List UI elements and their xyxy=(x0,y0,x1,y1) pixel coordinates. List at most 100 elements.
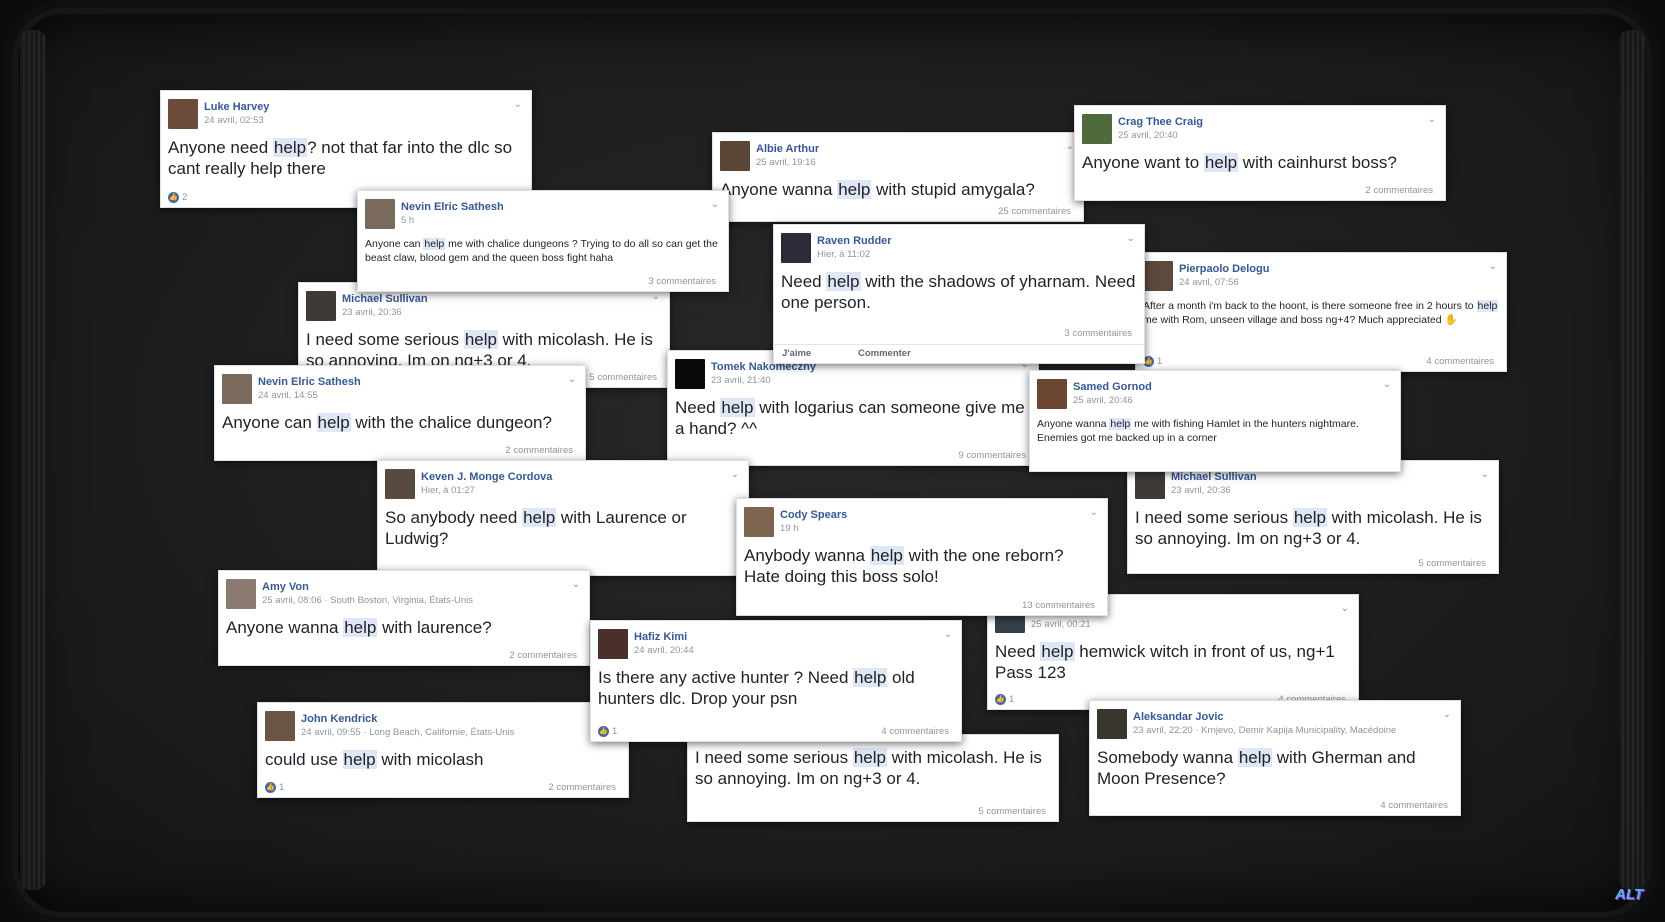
post-timestamp[interactable]: 25 avril, 20:46 xyxy=(1073,395,1133,406)
chevron-down-icon[interactable]: ⌄ xyxy=(1341,603,1349,614)
post-timestamp[interactable]: 25 avril, 00:21 xyxy=(1031,619,1091,630)
post-timestamp[interactable]: 24 avril, 02:53 xyxy=(204,115,264,126)
avatar[interactable] xyxy=(385,469,415,499)
avatar[interactable] xyxy=(1143,261,1173,291)
avatar[interactable] xyxy=(1097,709,1127,739)
comment-count[interactable]: 4 commentaires xyxy=(1380,800,1448,811)
author-name[interactable]: Aleksandar Jovic xyxy=(1133,711,1224,723)
comment-count[interactable]: 5 commentaires xyxy=(1418,558,1486,569)
author-name[interactable]: Nevin Elric Sathesh xyxy=(258,376,361,388)
post-card[interactable]: Amy Von 25 avril, 08:06 · South Boston, V… xyxy=(218,570,590,666)
author-name[interactable]: Keven J. Monge Cordova xyxy=(421,471,552,483)
post-timestamp[interactable]: Hier, à 11:02 xyxy=(817,249,870,260)
avatar[interactable] xyxy=(744,507,774,537)
author-name[interactable]: Amy Von xyxy=(262,581,309,593)
post-timestamp[interactable]: 24 avril, 07:56 xyxy=(1179,277,1239,288)
avatar[interactable] xyxy=(720,141,750,171)
chevron-down-icon[interactable]: ⌄ xyxy=(1127,233,1135,244)
like-count[interactable]: 👍 2 xyxy=(168,192,187,203)
comment-count[interactable]: 13 commentaires xyxy=(1022,600,1095,611)
post-timestamp[interactable]: Hier, à 01:27 xyxy=(421,485,475,496)
like-count[interactable]: 👍 1 xyxy=(598,726,617,737)
comment-count[interactable]: 2 commentaires xyxy=(509,650,577,661)
comment-count[interactable]: 5 commentaires xyxy=(589,372,657,383)
post-timestamp[interactable]: 25 avril, 20:40 xyxy=(1118,130,1178,141)
avatar[interactable] xyxy=(781,233,811,263)
post-card[interactable]: I need some serious help with micolash. … xyxy=(687,734,1059,822)
chevron-down-icon[interactable]: ⌄ xyxy=(568,374,576,385)
post-card[interactable]: Keven J. Monge Cordova Hier, à 01:27 ⌄ So a… xyxy=(377,460,749,576)
author-name[interactable]: Michael Sullivan xyxy=(1171,471,1257,483)
post-card[interactable]: Nevin Elric Sathesh 5 h ⌄ Anyone can help m… xyxy=(357,190,729,292)
post-card[interactable]: Nevin Elric Sathesh 24 avril, 14:55 ⌄ Anyon… xyxy=(214,365,586,461)
avatar[interactable] xyxy=(1135,469,1165,499)
chevron-down-icon[interactable]: ⌄ xyxy=(1066,141,1074,152)
chevron-down-icon[interactable]: ⌄ xyxy=(944,629,952,640)
author-name[interactable]: Pierpaolo Delogu xyxy=(1179,263,1269,275)
post-card[interactable]: Tomek Nakomeczny 23 avril, 21:40 ⌄ Need hel… xyxy=(667,350,1039,466)
comment-count[interactable]: 25 commentaires xyxy=(998,206,1071,217)
author-name[interactable]: Nevin Elric Sathesh xyxy=(401,201,504,213)
chevron-down-icon[interactable]: ⌄ xyxy=(1481,469,1489,480)
comment-count[interactable]: 4 commentaires xyxy=(1426,356,1494,367)
avatar[interactable] xyxy=(168,99,198,129)
post-card[interactable]: Albie Arthur 25 avril, 19:16 ⌄ Anyone wanna… xyxy=(712,132,1084,222)
comment-count[interactable]: 5 commentaires xyxy=(978,806,1046,817)
avatar[interactable] xyxy=(675,359,705,389)
comment-count[interactable]: 3 commentaires xyxy=(1064,328,1132,339)
avatar[interactable] xyxy=(222,374,252,404)
post-card[interactable]: Michael Sullivan 23 avril, 20:36 ⌄ I need s… xyxy=(1127,460,1499,574)
post-card[interactable]: John Kendrick 24 avril, 09:55 · Long Beac… xyxy=(257,702,629,798)
post-timestamp[interactable]: 24 avril, 14:55 xyxy=(258,390,318,401)
chevron-down-icon[interactable]: ⌄ xyxy=(1489,261,1497,272)
author-name[interactable]: Samed Gornod xyxy=(1073,381,1152,393)
like-count[interactable]: 👍 1 xyxy=(995,694,1014,705)
author-name[interactable]: John Kendrick xyxy=(301,713,377,725)
post-card[interactable]: Hafiz Kimi 24 avril, 20:44 ⌄ Is there any a… xyxy=(590,620,962,742)
avatar[interactable] xyxy=(1082,114,1112,144)
comment-count[interactable]: 2 commentaires xyxy=(1365,185,1433,196)
post-card[interactable]: Crag Thee Craig 25 avril, 20:40 ⌄ Anyone wa… xyxy=(1074,105,1446,201)
author-name[interactable]: Michael Sullivan xyxy=(342,293,428,305)
post-card[interactable]: Raven Rudder Hier, à 11:02 ⌄ Need help with… xyxy=(773,224,1145,364)
like-count[interactable]: 👍 1 xyxy=(265,782,284,793)
comment-count[interactable]: 2 commentaires xyxy=(548,782,616,793)
avatar[interactable] xyxy=(365,199,395,229)
post-card[interactable]: Cody Spears 19 h ⌄ Anybody wanna help with … xyxy=(736,498,1108,616)
post-timestamp[interactable]: 19 h xyxy=(780,523,799,534)
post-card[interactable]: Samed Gornod 25 avril, 20:46 ⌄ Anyone wanna… xyxy=(1029,370,1401,472)
post-timestamp[interactable]: 25 avril, 08:06 · South Boston, Virginia… xyxy=(262,595,473,606)
post-timestamp[interactable]: 23 avril, 21:40 xyxy=(711,375,771,386)
author-name[interactable]: Crag Thee Craig xyxy=(1118,116,1203,128)
post-timestamp[interactable]: 23 avril, 22:20 · Krnjevo, Demir Kapija … xyxy=(1133,725,1396,736)
comment-count[interactable]: 3 commentaires xyxy=(648,276,716,287)
chevron-down-icon[interactable]: ⌄ xyxy=(1428,114,1436,125)
post-timestamp[interactable]: 5 h xyxy=(401,215,414,226)
post-timestamp[interactable]: 23 avril, 20:36 xyxy=(342,307,402,318)
avatar[interactable] xyxy=(598,629,628,659)
post-timestamp[interactable]: 23 avril, 20:36 xyxy=(1171,485,1231,496)
chevron-down-icon[interactable]: ⌄ xyxy=(1383,379,1391,390)
comment-count[interactable]: 2 commentaires xyxy=(505,445,573,456)
author-name[interactable]: Hafiz Kimi xyxy=(634,631,687,643)
post-card[interactable]: Pierpaolo Delogu 24 avril, 07:56 ⌄ After a … xyxy=(1135,252,1507,372)
chevron-down-icon[interactable]: ⌄ xyxy=(652,291,660,302)
like-count[interactable]: 👍 1 xyxy=(1143,356,1162,367)
post-timestamp[interactable]: 24 avril, 20:44 xyxy=(634,645,694,656)
chevron-down-icon[interactable]: ⌄ xyxy=(1090,507,1098,518)
post-timestamp[interactable]: 24 avril, 09:55 · Long Beach, Californie… xyxy=(301,727,514,738)
avatar[interactable] xyxy=(226,579,256,609)
avatar[interactable] xyxy=(1037,379,1067,409)
author-name[interactable]: Raven Rudder xyxy=(817,235,892,247)
author-name[interactable]: Albie Arthur xyxy=(756,143,819,155)
comment-count[interactable]: 4 commentaires xyxy=(881,726,949,737)
post-timestamp[interactable]: 25 avril, 19:16 xyxy=(756,157,816,168)
like-button[interactable]: J'aime xyxy=(782,348,811,359)
avatar[interactable] xyxy=(306,291,336,321)
chevron-down-icon[interactable]: ⌄ xyxy=(711,199,719,210)
chevron-down-icon[interactable]: ⌄ xyxy=(1443,709,1451,720)
chevron-down-icon[interactable]: ⌄ xyxy=(731,469,739,480)
author-name[interactable]: Luke Harvey xyxy=(204,101,269,113)
chevron-down-icon[interactable]: ⌄ xyxy=(572,579,580,590)
chevron-down-icon[interactable]: ⌄ xyxy=(514,99,522,110)
